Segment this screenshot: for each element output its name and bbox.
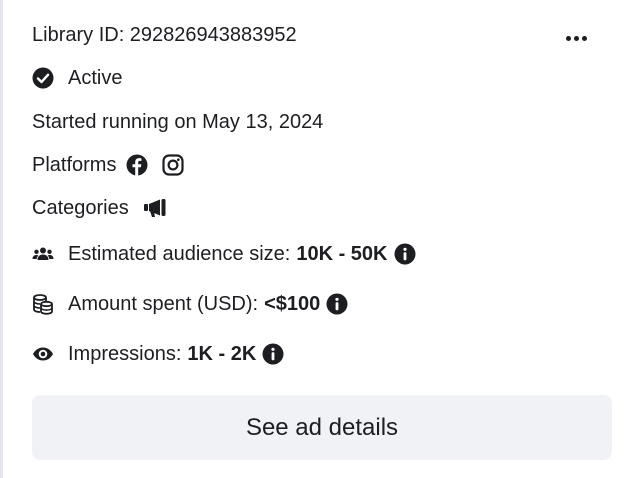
impressions-label: Impressions: xyxy=(68,343,182,365)
facebook-icon xyxy=(126,154,148,176)
start-date-row: Started running on May 13, 2024 xyxy=(32,110,323,134)
see-ad-details-button[interactable]: See ad details xyxy=(32,395,612,460)
amount-spent-value: <$100 xyxy=(264,293,321,315)
instagram-icon xyxy=(162,154,185,176)
audience-value: 10K - 50K xyxy=(296,243,388,265)
status-text: Active xyxy=(68,67,123,89)
impressions-value: 1K - 2K xyxy=(187,343,257,365)
more-dot xyxy=(573,35,579,41)
info-icon[interactable] xyxy=(262,343,284,365)
start-date-text: Started running on May 13, 2024 xyxy=(32,111,324,133)
amount-spent-label: Amount spent (USD): xyxy=(68,293,259,315)
library-id-row: Library ID: 292826943883952 xyxy=(32,23,297,47)
platforms-label: Platforms xyxy=(32,154,117,176)
amount-spent-row: Amount spent (USD): <$100 xyxy=(32,292,348,316)
categories-label: Categories xyxy=(32,197,129,219)
info-icon[interactable] xyxy=(326,293,348,315)
platforms-row: Platforms xyxy=(32,153,185,177)
more-dot xyxy=(565,35,571,41)
card-border xyxy=(0,0,3,478)
audience-row: Estimated audience size: 10K - 50K xyxy=(32,242,416,266)
eye-icon xyxy=(32,343,54,365)
more-options-button[interactable] xyxy=(560,29,592,47)
impressions-row: Impressions: 1K - 2K xyxy=(32,342,284,366)
info-icon[interactable] xyxy=(394,243,416,265)
check-circle-icon xyxy=(32,67,54,89)
categories-row: Categories xyxy=(32,196,169,220)
library-id-text: Library ID: 292826943883952 xyxy=(32,24,297,46)
audience-label: Estimated audience size: xyxy=(68,243,291,265)
more-dot xyxy=(581,35,587,41)
people-icon xyxy=(32,243,54,265)
coins-icon xyxy=(32,293,54,315)
megaphone-icon xyxy=(143,197,169,219)
status-row: Active xyxy=(32,66,122,90)
